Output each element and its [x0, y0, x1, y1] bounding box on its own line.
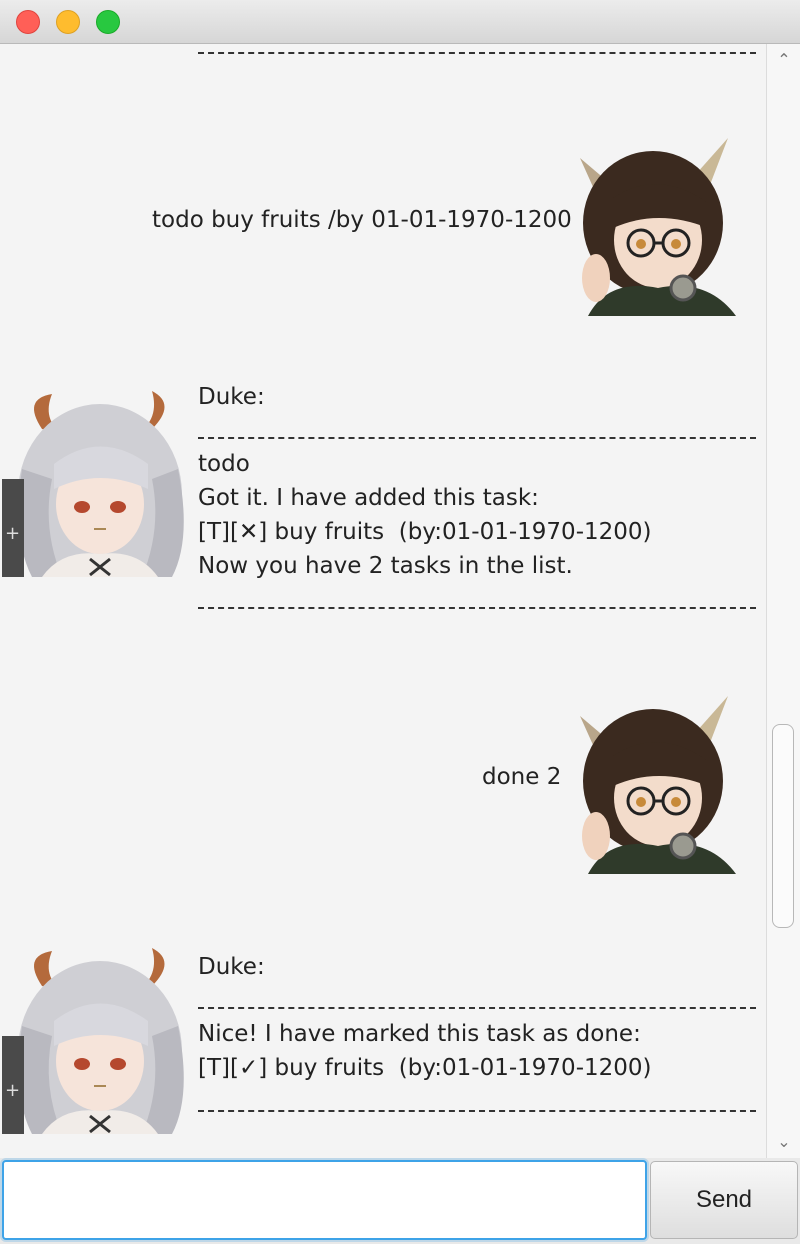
- svg-text:+: +: [5, 1080, 20, 1101]
- duke-name-label: Duke:: [198, 384, 265, 410]
- maximize-window-button[interactable]: [96, 10, 120, 34]
- message-divider: [198, 437, 756, 439]
- user-message-text: todo buy fruits /by 01-01-1970-1200: [152, 207, 572, 233]
- duke-message-line: [T][✓] buy fruits (by:01-01-1970-1200): [198, 1055, 652, 1081]
- minimize-window-button[interactable]: [56, 10, 80, 34]
- duke-message-line: Now you have 2 tasks in the list.: [198, 553, 573, 579]
- duke-avatar-icon: +: [2, 389, 190, 577]
- duke-avatar-icon: +: [2, 946, 190, 1134]
- message-divider: [198, 607, 756, 609]
- chat-scrollbar[interactable]: ⌃ ⌄: [766, 44, 800, 1158]
- chat-scroll-pane[interactable]: todo buy fruits /by 01-01-1970-1200 + Du…: [0, 44, 766, 1158]
- app-window: todo buy fruits /by 01-01-1970-1200 + Du…: [0, 0, 800, 1244]
- message-divider: [198, 1007, 756, 1009]
- send-button[interactable]: Send: [650, 1161, 798, 1239]
- svg-text:+: +: [5, 523, 20, 544]
- scroll-up-icon[interactable]: ⌃: [767, 48, 800, 72]
- scroll-thumb[interactable]: [772, 724, 794, 928]
- input-bar: Send: [0, 1158, 800, 1244]
- duke-message-line: [T][✕] buy fruits (by:01-01-1970-1200): [198, 519, 652, 545]
- message-divider: [198, 1110, 756, 1112]
- duke-message-line: Got it. I have added this task:: [198, 485, 539, 511]
- duke-name-label: Duke:: [198, 954, 265, 980]
- duke-message-line: Nice! I have marked this task as done:: [198, 1021, 641, 1047]
- close-window-button[interactable]: [16, 10, 40, 34]
- user-avatar-icon: [558, 128, 746, 316]
- user-avatar-icon: [558, 686, 746, 874]
- duke-message-line: todo: [198, 451, 250, 477]
- user-message-text: done 2: [482, 764, 562, 790]
- message-input[interactable]: [2, 1160, 647, 1240]
- message-divider: [198, 52, 756, 54]
- scroll-down-icon[interactable]: ⌄: [767, 1130, 800, 1154]
- title-bar: [0, 0, 800, 44]
